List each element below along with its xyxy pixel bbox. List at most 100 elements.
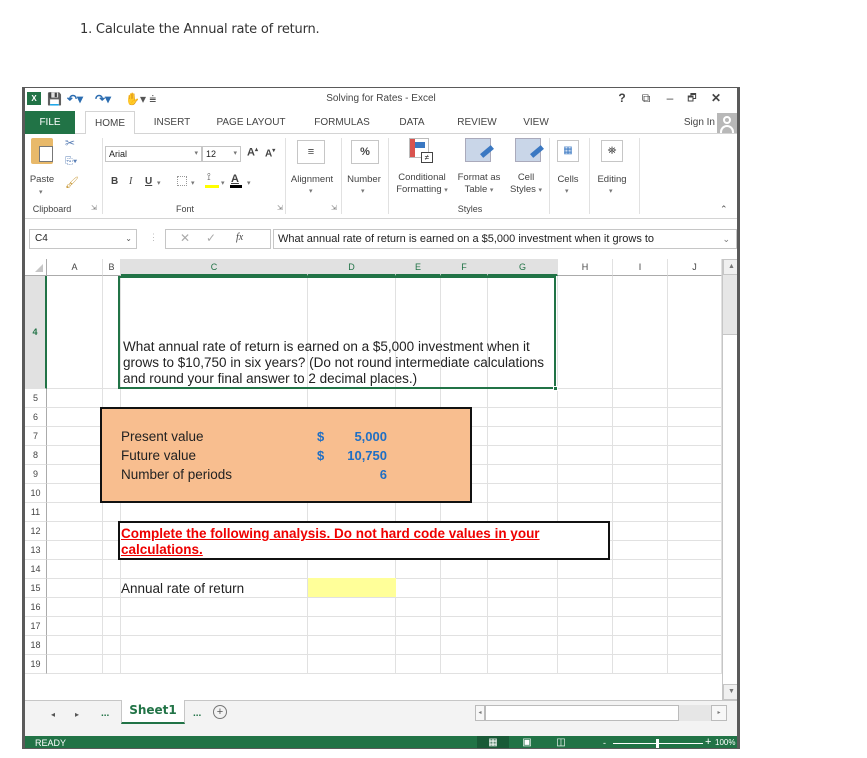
sheet-ellipsis-right[interactable]: ... [193,708,201,719]
formula-bar-grip-icon[interactable]: ⋮ [149,232,158,243]
scroll-down-icon[interactable]: ▼ [723,684,737,700]
fill-handle[interactable] [553,386,558,391]
sheet-ellipsis-left[interactable]: ... [101,708,109,719]
italic-button[interactable]: I [129,176,132,187]
row-header-14[interactable]: 14 [25,560,47,579]
paste-button[interactable]: Paste [27,174,57,186]
vertical-scroll-thumb[interactable] [723,275,737,335]
formula-input[interactable]: What annual rate of return is earned on … [273,229,737,249]
cell-styles-button[interactable]: Cell Styles ▾ [505,172,547,197]
row-header-18[interactable]: 18 [25,636,47,655]
conditional-formatting-icon[interactable]: ≠ [409,138,435,164]
find-binoculars-icon[interactable]: ⛯ [601,140,623,162]
column-header-e[interactable]: E [396,259,441,276]
close-icon[interactable]: ✕ [707,91,725,105]
paste-icon[interactable] [31,138,53,164]
row-header-7[interactable]: 7 [25,427,47,446]
alignment-button[interactable]: Alignment [285,174,339,186]
shrink-font-icon[interactable]: A▾ [265,147,275,159]
column-header-b[interactable]: B [103,259,121,276]
normal-view-icon[interactable]: ▦ [477,736,509,748]
underline-dropdown-icon[interactable]: ▾ [157,179,161,187]
hscroll-right-icon[interactable]: ▸ [711,705,727,721]
number-format-icon[interactable]: % [351,140,379,164]
sign-in-link[interactable]: Sign In [673,111,715,134]
row-header-17[interactable]: 17 [25,617,47,636]
row-header-13[interactable]: 13 [25,541,47,560]
ribbon-display-icon[interactable]: ⧉ [637,91,655,106]
sheet-tab-sheet1[interactable]: Sheet1 [121,700,185,724]
row-header-10[interactable]: 10 [25,484,47,503]
row-header-15[interactable]: 15 [25,579,47,598]
confirm-entry-icon[interactable]: ✓ [206,231,216,245]
tab-page-layout[interactable]: PAGE LAYOUT [211,111,291,134]
cancel-entry-icon[interactable]: ✕ [180,231,190,245]
number-button[interactable]: Number [341,174,387,186]
editing-button[interactable]: Editing [591,174,633,186]
borders-icon[interactable] [177,176,187,186]
tab-insert[interactable]: INSERT [147,111,197,134]
row-header-12[interactable]: 12 [25,522,47,541]
column-header-i[interactable]: I [613,259,668,276]
column-header-d[interactable]: D [308,259,396,276]
underline-button[interactable]: U [145,176,152,187]
format-painter-icon[interactable]: 🖌 [65,176,79,189]
paste-dropdown-icon[interactable]: ▾ [39,188,43,196]
fill-color-icon[interactable]: ⟟ [207,172,211,183]
alignment-launcher-icon[interactable]: ⇲ [331,204,337,212]
grow-font-icon[interactable]: A▴ [247,146,258,159]
column-header-g[interactable]: G [488,259,558,276]
copy-icon[interactable]: ⎘▾ [65,156,77,167]
selected-cell-c4[interactable]: What annual rate of return is earned on … [118,276,558,391]
page-break-view-icon[interactable]: ◫ [551,736,571,748]
row-header-16[interactable]: 16 [25,598,47,617]
annual-rate-answer-cell[interactable] [308,578,396,597]
clipboard-launcher-icon[interactable]: ⇲ [91,204,97,212]
page-layout-view-icon[interactable]: ▣ [517,736,537,748]
add-sheet-icon[interactable]: + [213,705,227,719]
tab-review[interactable]: REVIEW [449,111,505,134]
restore-icon[interactable]: 🗗 [683,91,701,108]
collapse-ribbon-icon[interactable]: ⌃ [720,204,728,215]
user-avatar-icon[interactable] [717,113,737,133]
sheet-prev-icon[interactable]: ◂ [51,710,55,719]
column-header-c[interactable]: C [121,259,308,276]
font-color-icon[interactable]: A [231,173,239,185]
select-all-corner[interactable] [25,259,47,276]
zoom-in-button[interactable]: + [705,735,711,748]
future-value-cell[interactable]: 10,750 [325,448,387,463]
tab-data[interactable]: DATA [387,111,437,134]
cells-button[interactable]: Cells [551,174,585,186]
font-color-dropdown-icon[interactable]: ▾ [247,179,251,187]
row-header-11[interactable]: 11 [25,503,47,522]
font-launcher-icon[interactable]: ⇲ [277,204,283,212]
column-header-f[interactable]: F [441,259,488,276]
format-as-table-icon[interactable] [465,138,494,162]
column-header-h[interactable]: H [558,259,613,276]
horizontal-scroll-thumb[interactable] [485,705,679,721]
font-size-combo[interactable]: 12 ▾ [202,146,241,162]
sheet-next-icon[interactable]: ▸ [75,710,79,719]
name-box-dropdown-icon[interactable]: ⌄ [125,230,132,248]
alignment-icon[interactable]: ≡ [297,140,325,164]
zoom-out-button[interactable]: - [603,736,606,748]
tab-home[interactable]: HOME [85,111,135,135]
bold-button[interactable]: B [111,176,118,187]
expand-formula-bar-icon[interactable]: ⌄ [722,230,730,248]
cell-styles-icon[interactable] [515,138,544,162]
scroll-up-icon[interactable]: ▲ [723,259,737,275]
column-header-a[interactable]: A [47,259,103,276]
zoom-level[interactable]: 100% [715,736,735,748]
borders-dropdown-icon[interactable]: ▾ [191,179,195,187]
hscroll-left-icon[interactable]: ◂ [475,705,485,721]
tab-view[interactable]: VIEW [515,111,557,134]
insert-function-icon[interactable]: fx [236,232,243,243]
zoom-slider-handle[interactable] [656,739,659,748]
cut-icon[interactable]: ✂ [65,136,75,150]
row-header-4[interactable]: 4 [25,276,47,389]
name-box[interactable]: C4 ⌄ [29,229,137,249]
tab-formulas[interactable]: FORMULAS [309,111,375,134]
horizontal-scroll-track[interactable] [679,705,711,721]
tab-file[interactable]: FILE [25,111,75,134]
cells-icon[interactable]: ▦ [557,140,579,162]
